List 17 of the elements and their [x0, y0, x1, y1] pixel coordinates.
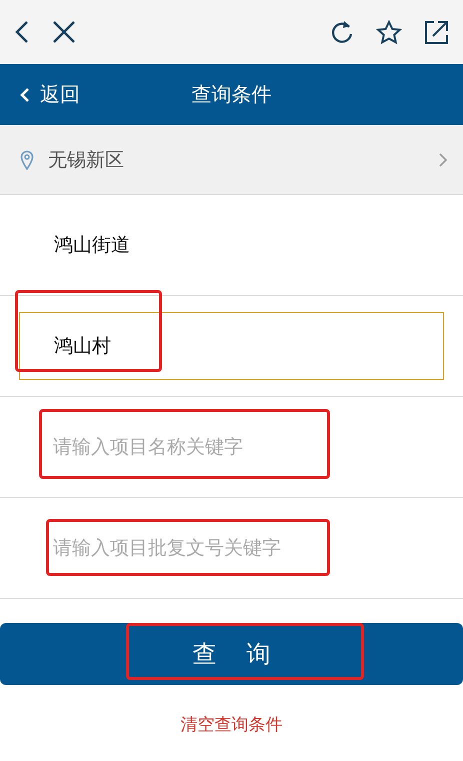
search-button[interactable]: 查 询	[0, 623, 463, 685]
clear-conditions-link[interactable]: 清空查询条件	[180, 713, 282, 736]
option-item[interactable]: 鸿山村	[19, 312, 444, 380]
location-pin-icon	[20, 150, 34, 170]
option-item[interactable]: 鸿山街道	[19, 211, 444, 279]
close-icon[interactable]	[52, 20, 76, 44]
input-field[interactable]: 请输入项目名称关键字	[53, 427, 443, 467]
star-icon[interactable]	[376, 20, 402, 44]
share-icon[interactable]	[424, 20, 449, 44]
page-title: 查询条件	[192, 81, 272, 108]
location-selector[interactable]: 无锡新区	[0, 125, 463, 194]
input-field[interactable]: 请输入项目批复文号关键字	[53, 528, 443, 568]
back-icon[interactable]	[14, 20, 30, 44]
refresh-icon[interactable]	[330, 19, 354, 45]
chevron-left-icon	[20, 86, 30, 102]
chevron-right-icon	[439, 152, 447, 166]
back-button[interactable]: 返回	[0, 73, 100, 116]
